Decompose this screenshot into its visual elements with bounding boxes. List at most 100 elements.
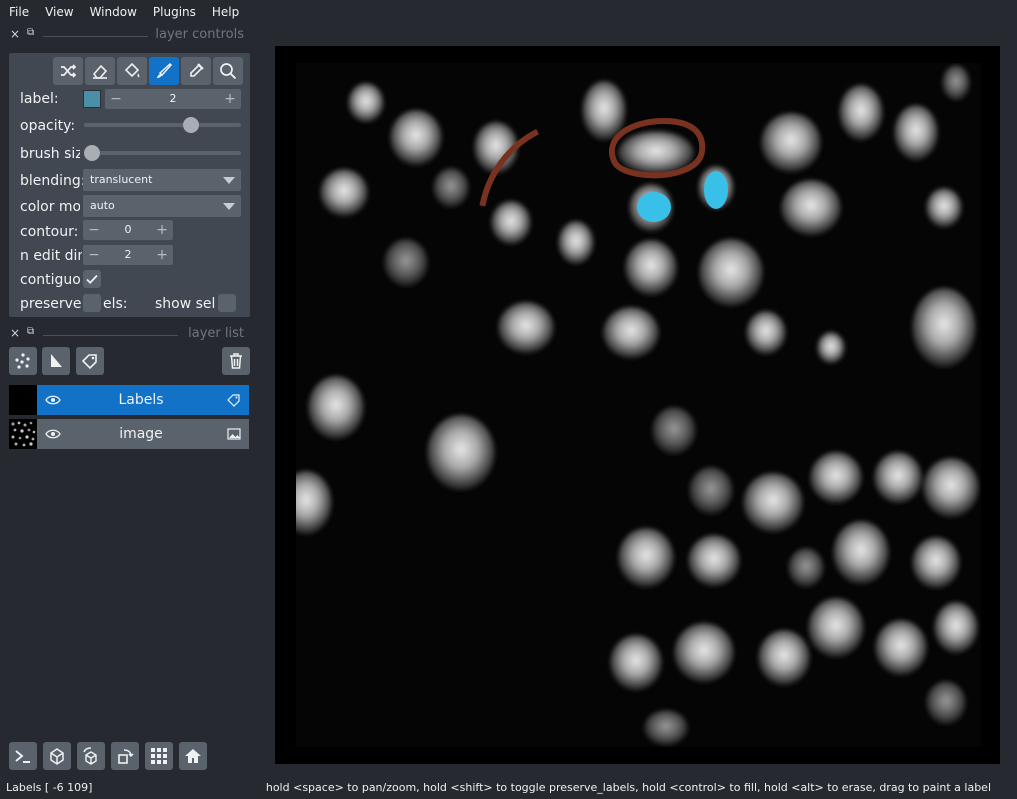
label-tools-row — [53, 57, 243, 85]
menu-window[interactable]: Window — [82, 5, 145, 19]
delete-layer-button[interactable] — [222, 347, 250, 375]
label-decrement-icon[interactable]: − — [109, 89, 123, 109]
blending-value: translucent — [90, 173, 153, 186]
home-icon — [185, 749, 201, 763]
nuclei-image — [296, 63, 981, 747]
layer-row-image[interactable]: image — [9, 419, 249, 449]
status-help-text: hold <space> to pan/zoom, hold <shift> t… — [265, 781, 991, 794]
layer-name[interactable]: Labels — [69, 385, 213, 415]
napari-window: File View Window Plugins Help × ⧉ layer … — [0, 0, 1017, 799]
float-dock-icon[interactable]: ⧉ — [27, 326, 34, 337]
new-shapes-layer-button[interactable] — [42, 347, 70, 375]
contour-decrement-icon[interactable]: − — [87, 220, 101, 240]
close-dock-icon[interactable]: × — [10, 27, 20, 41]
status-layer-coords: Labels [ -6 109] — [6, 781, 93, 794]
opacity-slider[interactable] — [84, 123, 241, 127]
contour-value: 0 — [124, 223, 132, 236]
layer-row-labels[interactable]: Labels — [9, 385, 249, 415]
color-mode-combobox[interactable]: auto — [83, 195, 241, 217]
terminal-icon — [15, 750, 30, 763]
new-points-layer-button[interactable] — [9, 347, 37, 375]
opacity-label: opacity: — [20, 118, 76, 134]
toggle-ndisplay-button[interactable] — [43, 742, 71, 770]
layer-controls-title: layer controls — [155, 27, 244, 42]
grid-icon — [151, 748, 167, 764]
float-dock-icon[interactable]: ⧉ — [27, 27, 34, 38]
shuffle-icon — [61, 64, 77, 78]
trash-icon — [230, 353, 242, 369]
n-edit-dim-increment-icon[interactable]: + — [155, 245, 169, 265]
blending-combobox[interactable]: translucent — [83, 169, 241, 191]
label-fill — [637, 192, 671, 222]
cube-icon — [50, 748, 64, 765]
transpose-dims-button[interactable] — [111, 742, 139, 770]
console-button[interactable] — [9, 742, 37, 770]
n-edit-dim-value: 2 — [124, 248, 132, 261]
show-selected-label: show sele — [155, 296, 215, 312]
label-icon — [227, 394, 240, 407]
menu-bar: File View Window Plugins Help — [0, 0, 1017, 24]
home-button[interactable] — [179, 742, 207, 770]
image-icon — [227, 428, 241, 440]
paint-bucket-icon — [124, 62, 140, 78]
shapes-icon — [51, 354, 62, 367]
label-value: 2 — [169, 92, 177, 105]
label-fill — [704, 171, 728, 209]
pan-zoom-button[interactable] — [213, 57, 243, 85]
show-selected-checkbox[interactable] — [218, 294, 236, 312]
contour-increment-icon[interactable]: + — [155, 220, 169, 240]
label-color-swatch[interactable] — [83, 90, 101, 108]
erase-button[interactable] — [85, 57, 115, 85]
menu-view[interactable]: View — [37, 5, 81, 19]
eye-icon[interactable] — [45, 427, 61, 441]
preserve-labels-checkbox[interactable] — [83, 294, 101, 312]
checkmark-icon — [86, 274, 98, 284]
transpose-icon — [118, 749, 134, 764]
shuffle-colors-button[interactable] — [53, 57, 83, 85]
new-labels-layer-button[interactable] — [76, 347, 104, 375]
menu-plugins[interactable]: Plugins — [145, 5, 204, 19]
layer-list-title: layer list — [188, 326, 244, 341]
n-edit-dim-spinbox[interactable]: − 2 + — [83, 245, 173, 265]
layer-controls-dock-title: × ⧉ layer controls — [0, 26, 252, 46]
close-dock-icon[interactable]: × — [10, 326, 20, 340]
grid-view-button[interactable] — [145, 742, 173, 770]
tag-icon — [81, 354, 97, 370]
brush-size-label: brush siz — [20, 146, 80, 162]
label-spinbox[interactable]: − 2 + — [105, 89, 241, 109]
menu-help[interactable]: Help — [204, 5, 247, 19]
color-mode-label: color moo — [20, 199, 80, 215]
layer-thumbnail — [9, 385, 37, 415]
image-layer-view[interactable] — [296, 63, 981, 747]
roll-dims-button[interactable] — [77, 742, 105, 770]
fill-button[interactable] — [117, 57, 147, 85]
contour-label: contour: — [20, 224, 79, 240]
label-increment-icon[interactable]: + — [223, 89, 237, 109]
brush-size-slider[interactable] — [84, 151, 241, 155]
eraser-icon — [92, 64, 108, 79]
opacity-slider-handle[interactable] — [182, 117, 199, 133]
n-edit-dim-label: n edit dim — [20, 248, 82, 264]
layer-controls-panel: label: − 2 + opacity: brush siz blending… — [9, 53, 250, 317]
dock-title-divider — [43, 335, 178, 336]
eye-icon[interactable] — [45, 393, 61, 407]
paint-button[interactable] — [149, 57, 179, 85]
viewer-canvas[interactable] — [275, 46, 1000, 764]
pick-button[interactable] — [181, 57, 211, 85]
points-icon — [15, 353, 30, 369]
layer-list-dock-title: × ⧉ layer list — [0, 325, 252, 345]
preserve-labels-label: preserve l — [20, 296, 82, 312]
contiguous-label: contiguou — [20, 272, 82, 288]
label-text: label: — [20, 91, 59, 107]
contour-spinbox[interactable]: − 0 + — [83, 220, 173, 240]
contiguous-checkbox[interactable] — [83, 270, 101, 288]
magnifier-icon — [220, 63, 237, 80]
eyedropper-icon — [190, 63, 204, 77]
paintbrush-icon — [157, 62, 173, 78]
menu-file[interactable]: File — [0, 5, 37, 19]
n-edit-dim-decrement-icon[interactable]: − — [87, 245, 101, 265]
dock-title-divider — [43, 36, 148, 37]
layer-name[interactable]: image — [69, 419, 213, 449]
brush-size-slider-handle[interactable] — [84, 145, 100, 161]
chevron-down-icon — [223, 203, 235, 210]
